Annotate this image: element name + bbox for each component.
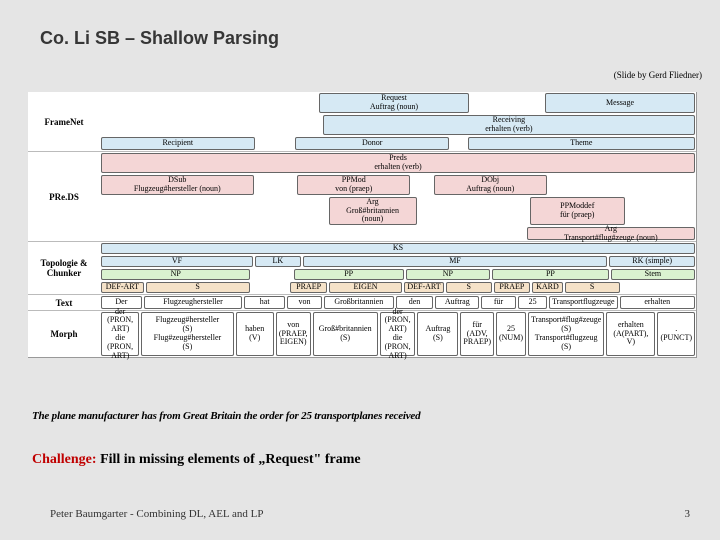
topo-np: NP (101, 269, 250, 280)
topo-pp: PP (294, 269, 404, 280)
tok: von (287, 296, 322, 309)
topo-pp: PP (492, 269, 609, 280)
tok: Transportflugzeuge (549, 296, 617, 309)
morph: 25 (NUM) (496, 312, 526, 356)
tok: für (481, 296, 516, 309)
layer-preds: PRe.DS (28, 152, 100, 241)
fn-theme: Theme (468, 137, 695, 150)
topo-stem: Stem (611, 269, 695, 280)
pos: DEF-ART (101, 282, 144, 293)
tok: Großbritannien (324, 296, 394, 309)
pos: EIGEN (329, 282, 402, 293)
topo-vf: VF (101, 256, 253, 267)
gloss-line: The plane manufacturer has from Great Br… (32, 410, 420, 422)
topo-ks: KS (101, 243, 695, 254)
preds-dsub: DSub Flugzeug#hersteller (noun) (101, 175, 254, 195)
footer-page: 3 (685, 508, 691, 520)
morph: haben (V) (236, 312, 274, 356)
preds-ppmoddef: PPModdef für (praep) (530, 197, 625, 225)
layer-text: Text (28, 295, 100, 310)
parsing-diagram: FrameNet Request Auftrag (noun) Message … (28, 92, 697, 358)
pos: S (446, 282, 492, 293)
morph: Auftrag (S) (417, 312, 458, 356)
topo-mf: MF (303, 256, 608, 267)
preds-arg2: Arg Transport#flug#zeuge (noun) (527, 227, 695, 240)
fn-receiving: Receiving erhalten (verb) (323, 115, 695, 135)
topo-rk: RK (simple) (609, 256, 695, 267)
tok: Flugzeughersteller (144, 296, 243, 309)
preds-dobj: DObj Auftrag (noun) (434, 175, 547, 195)
layer-framenet: FrameNet (28, 92, 100, 151)
layer-morph: Morph (28, 311, 100, 357)
pos: KARD (532, 282, 562, 293)
challenge-text: Fill in missing elements of „Request" fr… (97, 452, 361, 467)
morph: der (PRON, ART) die (PRON, ART) (380, 312, 416, 356)
pos: PRAEP (494, 282, 531, 293)
morph: der (PRON, ART) die (PRON, ART) (101, 312, 139, 356)
pos: PRAEP (290, 282, 327, 293)
page-title: Co. Li SB – Shallow Parsing (40, 28, 279, 49)
preds-arg1: Arg Groß#britannien (noun) (329, 197, 417, 225)
slide-credit: (Slide by Gerd Fliedner) (614, 70, 702, 80)
morph: Transport#flug#zeuge (S) Transport#flugz… (528, 312, 604, 356)
morph: von (PRAEP, EIGEN) (276, 312, 311, 356)
challenge-label: Challenge: (32, 452, 97, 467)
tok: erhalten (620, 296, 695, 309)
pos: S (146, 282, 250, 293)
fn-request: Request Auftrag (noun) (319, 93, 469, 113)
challenge-line: Challenge: Fill in missing elements of „… (32, 452, 361, 468)
tok: 25 (518, 296, 547, 309)
morph: . (PUNCT) (657, 312, 695, 356)
topo-np: NP (406, 269, 490, 280)
tok: hat (244, 296, 285, 309)
pos: S (565, 282, 620, 293)
morph: erhalten (A(PART), V) (606, 312, 655, 356)
fn-message: Message (545, 93, 695, 113)
fn-donor: Donor (295, 137, 449, 150)
layer-topo: Topologie & Chunker (28, 242, 100, 294)
pos: DEF-ART (404, 282, 444, 293)
fn-recipient: Recipient (101, 137, 255, 150)
footer-author: Peter Baumgarter - Combining DL, AEL and… (50, 508, 263, 520)
morph: Groß#britannien (S) (313, 312, 378, 356)
preds-root: Preds erhalten (verb) (101, 153, 695, 173)
morph: für (ADV, PRAEP) (460, 312, 494, 356)
morph: Flugzeug#hersteller (S) Flug#zeug#herste… (141, 312, 233, 356)
tok: Auftrag (435, 296, 479, 309)
preds-ppmod: PPMod von (praep) (297, 175, 410, 195)
topo-lk: LK (255, 256, 301, 267)
